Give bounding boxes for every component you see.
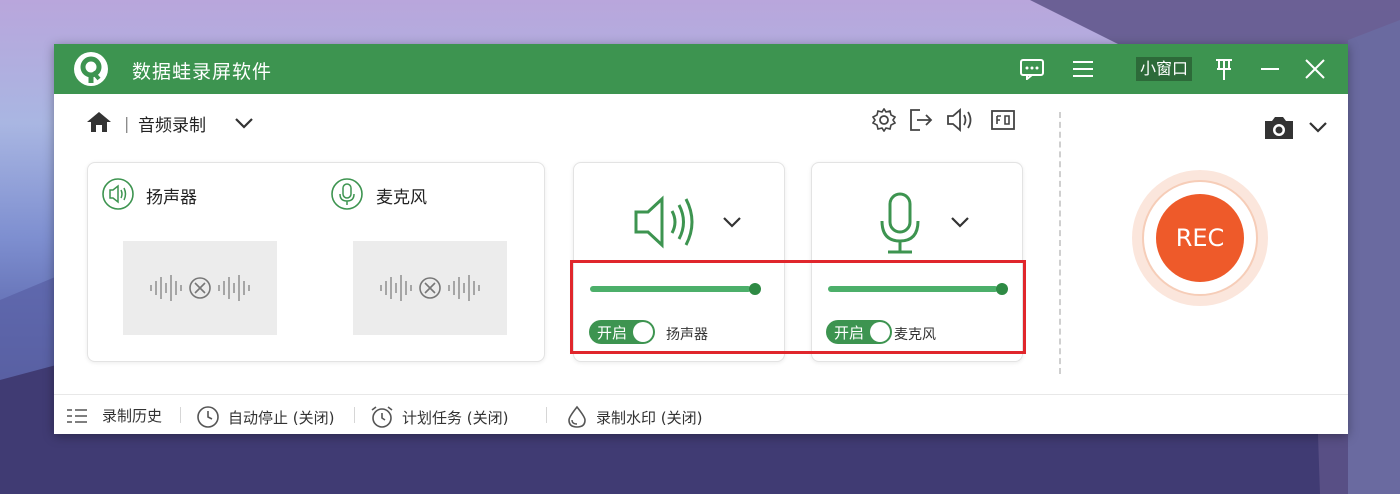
toolbar: | 音频录制	[54, 94, 1348, 154]
highlight-box	[570, 260, 1026, 354]
minimize-icon	[1261, 68, 1279, 70]
breadcrumb-separator: |	[124, 114, 130, 133]
title-bar: 数据蛙录屏软件 小窗口	[54, 44, 1348, 94]
app-title: 数据蛙录屏软件	[132, 61, 273, 83]
auto-stop-button[interactable]: 自动停止 (关闭)	[196, 405, 334, 429]
muted-waveform-icon	[150, 275, 250, 301]
chevron-down-icon[interactable]	[234, 116, 254, 130]
mic-icon	[880, 192, 920, 254]
history-button[interactable]: 录制历史	[66, 405, 162, 426]
mic-icon	[331, 178, 363, 210]
mini-window-button[interactable]: 小窗口	[1136, 57, 1193, 81]
minimize-button[interactable]	[1258, 55, 1282, 83]
separator	[354, 407, 355, 423]
watermark-icon	[568, 405, 586, 428]
speaker-icon	[102, 178, 134, 210]
bottom-bar: 录制历史 自动停止 (关闭) 计划任务 (关闭) 录制水印 (关闭)	[54, 394, 1348, 435]
schedule-button[interactable]: 计划任务 (关闭)	[370, 405, 508, 429]
watermark-label: 录制水印 (关闭)	[596, 408, 703, 427]
fullscreen-icon[interactable]	[990, 108, 1016, 132]
menu-button[interactable]	[1070, 55, 1096, 83]
alarm-icon	[371, 406, 393, 428]
mode-label[interactable]: 音频录制	[138, 111, 206, 136]
separator	[180, 407, 181, 423]
menu-icon	[1073, 61, 1093, 77]
separator	[546, 407, 547, 423]
feedback-button[interactable]	[1018, 55, 1046, 83]
feedback-icon	[1020, 59, 1044, 80]
pin-button[interactable]	[1212, 55, 1236, 83]
app-window: 数据蛙录屏软件 小窗口 | 音频录制 扬声器 麦克风 开启 扬声器 开启 麦克风…	[54, 44, 1348, 434]
close-button[interactable]	[1302, 55, 1328, 83]
auto-stop-label: 自动停止 (关闭)	[228, 408, 335, 427]
speaker-icon	[634, 195, 694, 249]
chevron-down-icon[interactable]	[950, 215, 970, 229]
history-icon	[67, 408, 87, 423]
divider	[1059, 112, 1061, 374]
speaker-icon[interactable]	[946, 108, 976, 132]
clock-icon	[197, 406, 219, 428]
rec-button[interactable]: REC	[1156, 194, 1244, 282]
chevron-down-icon[interactable]	[1308, 120, 1328, 134]
schedule-label: 计划任务 (关闭)	[402, 408, 509, 427]
audio-sources-card: 扬声器 麦克风	[87, 162, 545, 362]
pin-icon	[1216, 59, 1232, 80]
export-icon[interactable]	[908, 108, 934, 132]
speaker-waveform	[123, 241, 277, 335]
close-icon	[1305, 59, 1325, 79]
mic-waveform	[353, 241, 507, 335]
source-mic-label[interactable]: 麦克风	[376, 183, 427, 208]
logo	[74, 52, 108, 86]
camera-icon[interactable]	[1262, 114, 1296, 142]
source-speaker-label[interactable]: 扬声器	[146, 183, 197, 208]
watermark-button[interactable]: 录制水印 (关闭)	[566, 405, 702, 429]
chevron-down-icon[interactable]	[722, 215, 742, 229]
home-icon[interactable]	[86, 110, 112, 134]
settings-icon[interactable]	[872, 108, 896, 132]
muted-waveform-icon	[380, 275, 480, 301]
history-label: 录制历史	[102, 407, 163, 425]
